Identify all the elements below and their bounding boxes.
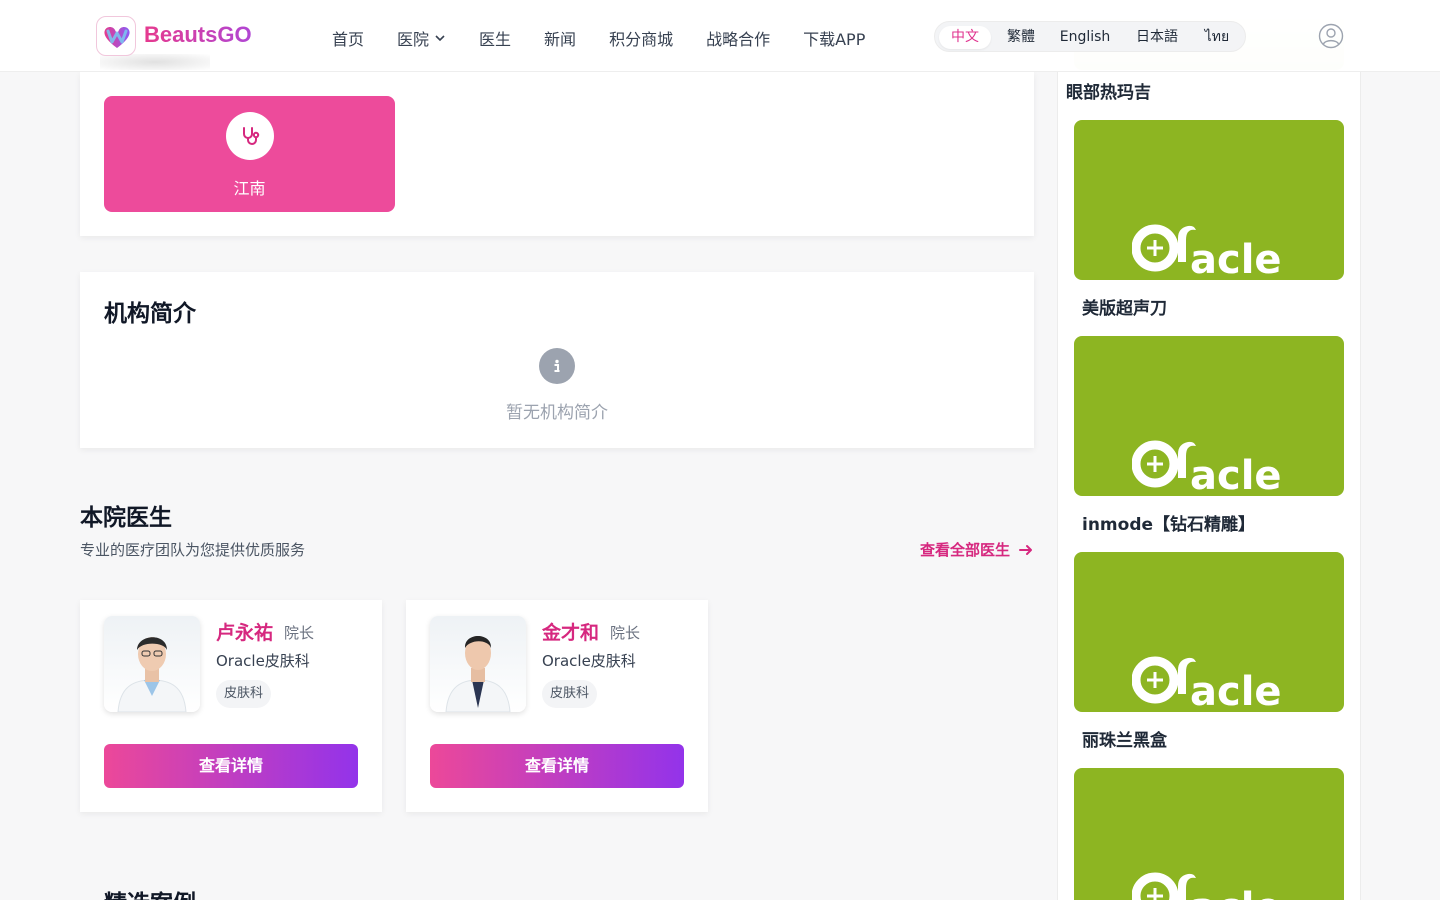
nav-label: 医院 xyxy=(397,30,430,49)
lang-option-en[interactable]: English xyxy=(1051,26,1119,49)
arrow-right-icon xyxy=(1019,544,1032,555)
svg-text:acle: acle xyxy=(1190,453,1282,494)
sidebar-projects: 眼部热玛吉 acle 美版超声刀 acle inmode【钻石精雕】 acle … xyxy=(1057,0,1361,900)
doctor-portrait-icon xyxy=(445,636,511,712)
branch-section: 江南 xyxy=(80,72,1034,236)
user-avatar-icon xyxy=(1318,23,1344,49)
doctors-subtitle: 专业的医疗团队为您提供优质服务 xyxy=(80,541,306,559)
branch-tile[interactable]: 江南 xyxy=(104,96,395,212)
oracle-logo: acle xyxy=(1132,224,1282,278)
svg-text:acle: acle xyxy=(1190,237,1282,278)
sidebar-project-label[interactable]: 眼部热玛吉 xyxy=(1066,78,1151,103)
main-nav: 首页 医院 医生 新闻 积分商城 战略合作 下载APP xyxy=(332,26,898,50)
sidebar-project-image[interactable]: acle xyxy=(1074,120,1344,280)
lang-option-zh-hant[interactable]: 繁體 xyxy=(995,26,1047,49)
brand-logo[interactable] xyxy=(96,16,136,56)
user-avatar-button[interactable] xyxy=(1318,23,1344,49)
doctor-photo[interactable] xyxy=(430,616,526,712)
intro-empty-text: 暂无机构简介 xyxy=(506,403,608,423)
nav-label: 战略合作 xyxy=(706,30,771,49)
sidebar-project-label[interactable]: 丽珠兰黑盒 xyxy=(1082,726,1167,751)
sidebar-project-image[interactable]: acle xyxy=(1074,336,1344,496)
doctor-card[interactable]: 金才和 院长 Oracle皮肤科 皮肤科 查看详情 xyxy=(406,600,708,812)
doctors-section-header: 本院医生 专业的医疗团队为您提供优质服务 查看全部医生 xyxy=(80,498,1034,562)
language-switcher: 中文 繁體 English 日本語 ไทย xyxy=(934,21,1246,52)
info-icon xyxy=(539,348,575,384)
doctor-title: 院长 xyxy=(610,624,641,642)
doctor-photo[interactable] xyxy=(104,616,200,712)
oracle-logo: acle xyxy=(1132,656,1282,710)
lang-option-th[interactable]: ไทย xyxy=(1195,26,1239,49)
nav-points-mall[interactable]: 积分商城 xyxy=(609,26,673,50)
intro-section: 机构简介 暂无机构简介 xyxy=(80,272,1034,448)
sidebar-project-label[interactable]: inmode【钻石精雕】 xyxy=(1082,510,1255,535)
nav-news[interactable]: 新闻 xyxy=(544,26,576,50)
cases-title: 精选案例 xyxy=(104,884,196,900)
sidebar-project-card[interactable]: acle 美版超声刀 xyxy=(1074,120,1344,319)
heart-logo-icon xyxy=(104,27,130,48)
nav-doctors[interactable]: 医生 xyxy=(479,26,511,50)
sidebar-project-card[interactable]: acle inmode【钻石精雕】 xyxy=(1074,336,1344,535)
brand-name[interactable]: BeautsGO xyxy=(144,22,252,48)
sidebar-project-card[interactable]: acle xyxy=(1074,768,1344,900)
stethoscope-icon xyxy=(243,127,260,145)
doctor-specialty-tag: 皮肤科 xyxy=(542,680,598,708)
oracle-logo: acle xyxy=(1132,872,1282,900)
doctor-title: 院长 xyxy=(284,624,315,642)
chevron-down-icon xyxy=(435,35,445,42)
doctor-card[interactable]: 卢永祐 院长 Oracle皮肤科 皮肤科 查看详情 xyxy=(80,600,382,812)
view-details-button[interactable]: 查看详情 xyxy=(430,744,684,788)
sidebar-project-image[interactable]: acle xyxy=(1074,768,1344,900)
nav-partnership[interactable]: 战略合作 xyxy=(706,26,770,50)
nav-label: 首页 xyxy=(332,30,365,49)
lang-option-zh[interactable]: 中文 xyxy=(939,26,991,49)
sidebar-project-image[interactable]: acle xyxy=(1074,552,1344,712)
view-all-doctors-link[interactable]: 查看全部医生 xyxy=(920,539,1034,560)
nav-download-app[interactable]: 下载APP xyxy=(803,26,865,50)
doctor-name[interactable]: 金才和 xyxy=(542,618,599,645)
nav-hospitals[interactable]: 医院 xyxy=(397,26,446,50)
lang-option-ja[interactable]: 日本語 xyxy=(1123,26,1191,49)
view-details-button[interactable]: 查看详情 xyxy=(104,744,358,788)
sidebar-project-card[interactable]: acle 丽珠兰黑盒 xyxy=(1074,552,1344,751)
nav-label: 新闻 xyxy=(544,30,577,49)
doctor-name[interactable]: 卢永祐 xyxy=(216,618,273,645)
doctor-department: Oracle皮肤科 xyxy=(216,652,310,670)
doctor-specialty-tag: 皮肤科 xyxy=(216,680,272,708)
nav-label: 下载APP xyxy=(803,30,866,49)
svg-text:acle: acle xyxy=(1190,669,1282,710)
nav-label: 医生 xyxy=(479,30,512,49)
svg-text:acle: acle xyxy=(1190,885,1282,900)
sidebar-project-label[interactable]: 美版超声刀 xyxy=(1082,294,1167,319)
branch-icon-circle xyxy=(226,112,274,160)
intro-title: 机构简介 xyxy=(104,301,196,327)
doctor-department: Oracle皮肤科 xyxy=(542,652,636,670)
top-header: BeautsGO 首页 医院 医生 新闻 积分商城 战略合作 下载APP 中文 … xyxy=(0,0,1440,72)
nav-home[interactable]: 首页 xyxy=(332,26,364,50)
branch-label: 江南 xyxy=(233,179,266,198)
doctors-title: 本院医生 xyxy=(80,505,172,531)
nav-label: 积分商城 xyxy=(609,30,674,49)
doctor-portrait-icon xyxy=(117,637,187,712)
oracle-logo: acle xyxy=(1132,440,1282,494)
view-all-label: 查看全部医生 xyxy=(919,541,1010,559)
